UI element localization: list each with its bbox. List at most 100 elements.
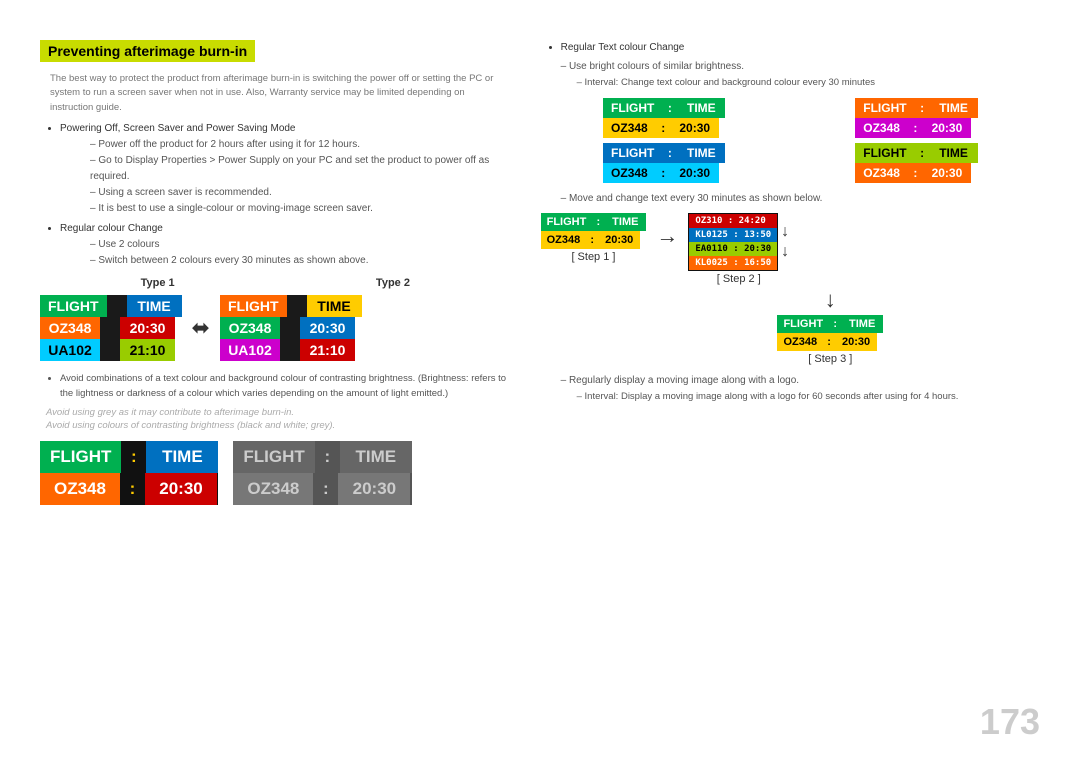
fb-cell: 20:30 [145, 473, 217, 505]
type-boards-row: FLIGHT TIME OZ348 20:30 UA102 21:10 ⬌ [40, 295, 511, 361]
steps-area: FLIGHT : TIME OZ348 : 20:30 [ Step 1 ] → [541, 213, 1040, 285]
fb-cell: : [662, 98, 677, 118]
bottom-boards: FLIGHT : TIME OZ348 : 20:30 FLIGHT : TIM… [40, 441, 511, 505]
bidirectional-arrow-icon: ⬌ [192, 315, 210, 341]
fb-cell: TIME [677, 98, 725, 118]
fb-cell: : [121, 441, 146, 473]
step3-arrow-area: ↓ [621, 287, 1040, 313]
arrow-down-step3-icon: ↓ [825, 287, 836, 313]
fb-cell: TIME [340, 441, 412, 473]
fb-cell [280, 317, 300, 339]
step3-area: FLIGHT : TIME OZ348 : 20:30 [ Step 3 ] [621, 315, 1040, 365]
fb-cell: OZ348 [603, 118, 656, 138]
fb-cell: : [915, 98, 930, 118]
fb-cell: TIME [307, 295, 362, 317]
fb-cell: FLIGHT [855, 143, 914, 163]
fb-cell: FLIGHT [40, 441, 121, 473]
type1-label: Type 1 [40, 277, 275, 289]
fb-cell: OZ348 [541, 231, 587, 249]
dash-item: Use 2 colours [90, 237, 511, 253]
move-dash-list: Move and change text every 30 minutes as… [561, 191, 1040, 207]
fb-cell: TIME [677, 143, 725, 163]
fb-cell: FLIGHT [220, 295, 287, 317]
fb-cell: 20:30 [923, 163, 971, 183]
fb-cell: TIME [841, 315, 883, 333]
fb-cell: EA0110 : 20:30 [689, 242, 777, 256]
fb-cell: TIME [930, 143, 978, 163]
fb-cell: OZ348 [233, 473, 313, 505]
dash-list-1: Power off the product for 2 hours after … [80, 137, 511, 217]
avoid-item-1: Avoid combinations of a text colour and … [60, 371, 511, 401]
fb-cell [100, 339, 120, 361]
fb-cell: TIME [127, 295, 182, 317]
flight-board-3: FLIGHT : TIME OZ348 : 20:30 [603, 143, 725, 183]
fb-cell: FLIGHT [855, 98, 914, 118]
page-number: 173 [980, 701, 1040, 743]
board-lime-orange: FLIGHT : TIME OZ348 : 20:30 [793, 143, 1040, 183]
fb-cell: : [908, 118, 923, 138]
right-column: Regular Text colour Change Use bright co… [531, 40, 1040, 733]
fb-cell: TIME [930, 98, 978, 118]
regularly-item: Regularly display a moving image along w… [561, 373, 1040, 389]
type1-board: FLIGHT TIME OZ348 20:30 UA102 21:10 [40, 295, 182, 361]
avoid-list: Avoid combinations of a text colour and … [50, 371, 511, 401]
step2-area: OZ310 : 24:20 KL0125 : 13:50 EA0110 : 20… [688, 213, 789, 285]
dash-item: Using a screen saver is recommended. [90, 185, 511, 201]
fb-cell: 21:10 [300, 339, 355, 361]
fb-cell: : [656, 163, 671, 183]
step1-area: FLIGHT : TIME OZ348 : 20:30 [ Step 1 ] [541, 213, 647, 263]
dash-list-2: Use 2 colours Switch between 2 colours e… [80, 237, 511, 269]
fb-cell: OZ348 [220, 317, 280, 339]
fb-cell: : [915, 143, 930, 163]
fb-cell: : [592, 213, 604, 231]
page: Preventing afterimage burn-in The best w… [0, 0, 1080, 763]
dash-item: Power off the product for 2 hours after … [90, 137, 511, 153]
fb-cell: OZ348 [855, 118, 908, 138]
fb-cell [287, 295, 307, 317]
fb-cell: FLIGHT [603, 98, 662, 118]
fb-cell: FLIGHT [603, 143, 662, 163]
fb-cell: 20:30 [835, 333, 877, 351]
bullet-list: Powering Off, Screen Saver and Power Sav… [50, 121, 511, 269]
fb-cell: OZ348 [40, 317, 100, 339]
regularly-dash-list: Regularly display a moving image along w… [561, 373, 1040, 404]
fb-cell: : [656, 118, 671, 138]
fb-cell: 20:30 [923, 118, 971, 138]
right-bullet-list: Regular Text colour Change [551, 40, 1040, 55]
arrow-down-icon-2: ↓ [781, 243, 789, 261]
fb-cell: UA102 [220, 339, 280, 361]
fb-cell: 20:30 [300, 317, 355, 339]
bottom-board-dark-2: FLIGHT : TIME OZ348 : 20:30 [233, 441, 411, 505]
fb-cell: FLIGHT [40, 295, 107, 317]
board-blue-cyan: FLIGHT : TIME OZ348 : 20:30 [541, 143, 788, 183]
fb-cell: : [120, 473, 145, 505]
avoid-grey: Avoid using grey as it may contribute to… [46, 407, 511, 418]
fb-cell: : [313, 473, 338, 505]
boards-grid: FLIGHT : TIME OZ348 : 20:30 FLIGHT [541, 98, 1040, 183]
fb-cell: : [586, 231, 598, 249]
flight-board-1: FLIGHT : TIME OZ348 : 20:30 [603, 98, 725, 138]
fb-cell: : [829, 315, 841, 333]
fb-cell: 20:30 [671, 163, 719, 183]
fb-cell: KL0025 : 16:50 [689, 256, 777, 270]
fb-cell: FLIGHT [233, 441, 314, 473]
board-green-yellow: FLIGHT : TIME OZ348 : 20:30 [541, 98, 788, 138]
fb-cell: OZ348 [40, 473, 120, 505]
fb-cell: TIME [604, 213, 646, 231]
fb-cell [107, 295, 127, 317]
fb-cell: TIME [146, 441, 218, 473]
dash-item: Switch between 2 colours every 30 minute… [90, 253, 511, 269]
move-text: Move and change text every 30 minutes as… [561, 191, 1040, 207]
section-title: Preventing afterimage burn-in [40, 40, 255, 62]
type2-board: FLIGHT TIME OZ348 20:30 UA102 21:10 [220, 295, 362, 361]
step2-label: [ Step 2 ] [717, 273, 761, 285]
fb-cell: KL0125 : 13:50 [689, 228, 777, 242]
fb-cell [280, 339, 300, 361]
bottom-board-dark-1: FLIGHT : TIME OZ348 : 20:30 [40, 441, 218, 505]
dash-item: It is best to use a single-colour or mov… [90, 201, 511, 217]
step1-board: FLIGHT : TIME OZ348 : 20:30 [541, 213, 647, 249]
bullet-item-1: Powering Off, Screen Saver and Power Sav… [60, 121, 511, 217]
bullet-item-2: Regular colour Change Use 2 colours Swit… [60, 221, 511, 269]
avoid-contrast: Avoid using colours of contrasting brigh… [46, 420, 511, 431]
board-orange-magenta: FLIGHT : TIME OZ348 : 20:30 [793, 98, 1040, 138]
